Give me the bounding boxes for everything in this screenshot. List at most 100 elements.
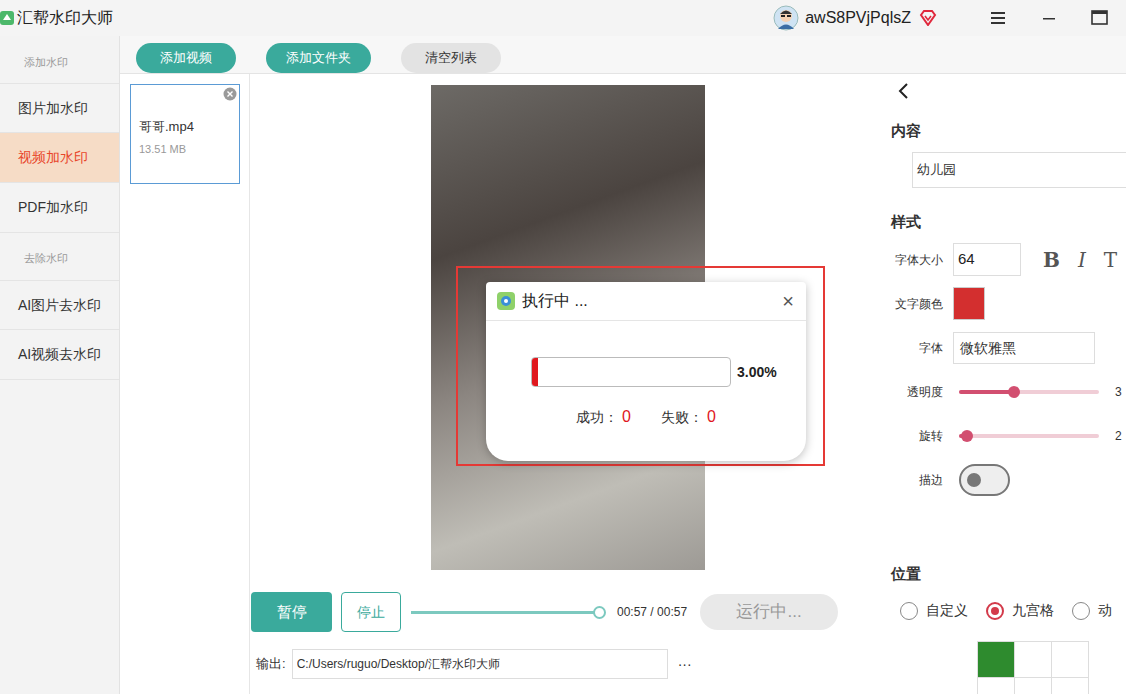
- radio-dot[interactable]: [1072, 602, 1090, 620]
- radio-label[interactable]: 动: [1098, 600, 1112, 621]
- maximize-icon[interactable]: [1091, 10, 1109, 26]
- font-size-label: 字体大小: [891, 251, 943, 269]
- output-path[interactable]: C:/Users/ruguo/Desktop/汇帮水印大师: [297, 655, 500, 673]
- fail-count: 0: [707, 408, 716, 425]
- sidebar-item[interactable]: AI图片去水印: [0, 280, 119, 330]
- sidebar-item-label[interactable]: AI视频去水印: [18, 344, 101, 365]
- position-radio[interactable]: 自定义: [900, 600, 968, 621]
- sidebar-item-label[interactable]: 视频加水印: [18, 147, 88, 168]
- player-controls: 暂停停止 00:57 / 00:57 运行中...: [250, 582, 885, 642]
- slider-row: 透明度3: [891, 380, 1126, 404]
- logo-icon: [0, 9, 14, 27]
- fail-stat: 失败：0: [661, 405, 716, 429]
- minimize-icon[interactable]: [1043, 11, 1057, 25]
- position-radio[interactable]: 九宫格: [986, 600, 1054, 621]
- sidebar-section-label: 去除水印: [0, 246, 92, 270]
- sidebar-item-label[interactable]: PDF加水印: [18, 197, 88, 218]
- radio-dot[interactable]: [900, 602, 918, 620]
- radio-label[interactable]: 九宫格: [1012, 600, 1054, 621]
- sidebar-item[interactable]: 图片加水印: [0, 83, 119, 133]
- title-bar: 汇帮水印大师 awS8PVjPqlsZ: [0, 0, 1126, 36]
- grid-cell[interactable]: [1015, 642, 1052, 678]
- progress-dialog: 执行中 ... × 3.00% 成功：0 失败：0: [486, 282, 806, 461]
- file-name: 哥哥.mp4: [139, 117, 231, 137]
- progress-row: 3.00%: [486, 357, 806, 387]
- title-right: awS8PVjPqlsZ: [773, 5, 1126, 31]
- sidebar-item[interactable]: AI视频去水印: [0, 330, 119, 380]
- sidebar-item[interactable]: PDF加水印: [0, 183, 119, 233]
- font-select[interactable]: 微软雅黑: [953, 332, 1095, 364]
- content-input[interactable]: 幼儿园: [912, 152, 1126, 188]
- sidebar-section-label: 添加水印: [0, 50, 92, 74]
- style-heading: 样式: [891, 213, 1126, 231]
- position-radio[interactable]: 动: [1072, 600, 1112, 621]
- stroke-label: 描边: [891, 471, 943, 489]
- slider-reading: 3: [1115, 383, 1122, 401]
- fail-label: 失败：: [661, 409, 703, 425]
- font-label: 字体: [891, 339, 943, 357]
- progress-fill: [532, 358, 538, 386]
- slider-thumb[interactable]: [1008, 386, 1020, 398]
- grid-cell[interactable]: [1052, 642, 1089, 678]
- grid-cell[interactable]: [978, 642, 1015, 678]
- slider-row: 旋转 2: [891, 424, 1126, 448]
- slider-track[interactable]: [959, 434, 1099, 438]
- seek-fill: [411, 611, 600, 614]
- slider-reading: 2: [1115, 427, 1122, 445]
- grid-cell[interactable]: [1015, 678, 1052, 694]
- color-swatch[interactable]: [953, 287, 985, 320]
- success-stat: 成功：0: [576, 405, 631, 429]
- app-title: 汇帮水印大师: [17, 6, 113, 30]
- grid-cell[interactable]: [978, 678, 1015, 694]
- radio-dot[interactable]: [986, 602, 1004, 620]
- format-button[interactable]: T: [1104, 245, 1117, 275]
- format-button[interactable]: I: [1078, 245, 1086, 275]
- toolbar-button[interactable]: 清空列表: [401, 43, 501, 73]
- output-path-field[interactable]: C:/Users/ruguo/Desktop/汇帮水印大师: [292, 649, 668, 679]
- dialog-title-bar: 执行中 ... ×: [486, 282, 806, 321]
- settings-panel: 内容幼儿园样式字体大小64BIT文字颜色字体微软雅黑透明度3旋转2描边位置自定义…: [885, 74, 1126, 694]
- dialog-title: 执行中 ...: [522, 289, 588, 313]
- sidebar-item-label[interactable]: 图片加水印: [18, 98, 88, 119]
- font-size-value[interactable]: 64: [958, 248, 975, 271]
- grid-cell[interactable]: [1052, 678, 1089, 694]
- format-button[interactable]: B: [1043, 245, 1060, 275]
- avatar-icon[interactable]: [773, 5, 799, 31]
- file-item[interactable]: 哥哥.mp4 13.51 MB: [130, 84, 240, 184]
- font-size-input[interactable]: 64: [953, 243, 1021, 276]
- remove-file-icon[interactable]: [223, 87, 237, 101]
- stop-button[interactable]: 停止: [341, 592, 401, 632]
- toolbar-button[interactable]: 添加视频: [136, 43, 236, 73]
- seek-slider[interactable]: [411, 611, 600, 614]
- browse-button[interactable]: ···: [678, 654, 692, 675]
- stroke-row: 描边: [891, 464, 1126, 496]
- menu-icon[interactable]: [991, 11, 1007, 25]
- sidebar-item[interactable]: 视频加水印: [0, 133, 119, 183]
- output-label: 输出:: [256, 654, 286, 674]
- user-name[interactable]: awS8PVjPqlsZ: [805, 6, 911, 30]
- content-value[interactable]: 幼儿园: [917, 160, 956, 180]
- progress-percent: 3.00%: [737, 362, 777, 383]
- file-list: 哥哥.mp4 13.51 MB: [120, 74, 250, 694]
- stroke-toggle[interactable]: [959, 464, 1010, 496]
- slider-label: 旋转: [891, 427, 943, 445]
- vip-icon: [919, 10, 937, 26]
- time-display: 00:57 / 00:57: [617, 603, 687, 621]
- toggle-knob: [967, 473, 981, 487]
- toolbar-button[interactable]: 添加文件夹: [266, 43, 371, 73]
- slider-fill: [959, 390, 1014, 394]
- slider-thumb[interactable]: [961, 430, 973, 442]
- file-size: 13.51 MB: [139, 141, 231, 158]
- close-button[interactable]: ×: [782, 291, 794, 311]
- radio-label[interactable]: 自定义: [926, 600, 968, 621]
- font-value[interactable]: 微软雅黑: [960, 338, 1016, 359]
- sidebar: 添加水印图片加水印视频加水印 PDF加水印去除水印 AI图片去水印 AI视频去水印: [0, 36, 120, 694]
- slider-track[interactable]: [959, 390, 1099, 394]
- sidebar-item-label[interactable]: AI图片去水印: [18, 295, 101, 316]
- text-color-label: 文字颜色: [891, 295, 943, 313]
- text-color-row: 文字颜色: [891, 287, 1126, 320]
- back-icon[interactable]: [897, 82, 909, 100]
- run-button[interactable]: 运行中...: [700, 594, 838, 630]
- seek-thumb[interactable]: [593, 606, 606, 619]
- pause-button[interactable]: 暂停: [251, 592, 332, 632]
